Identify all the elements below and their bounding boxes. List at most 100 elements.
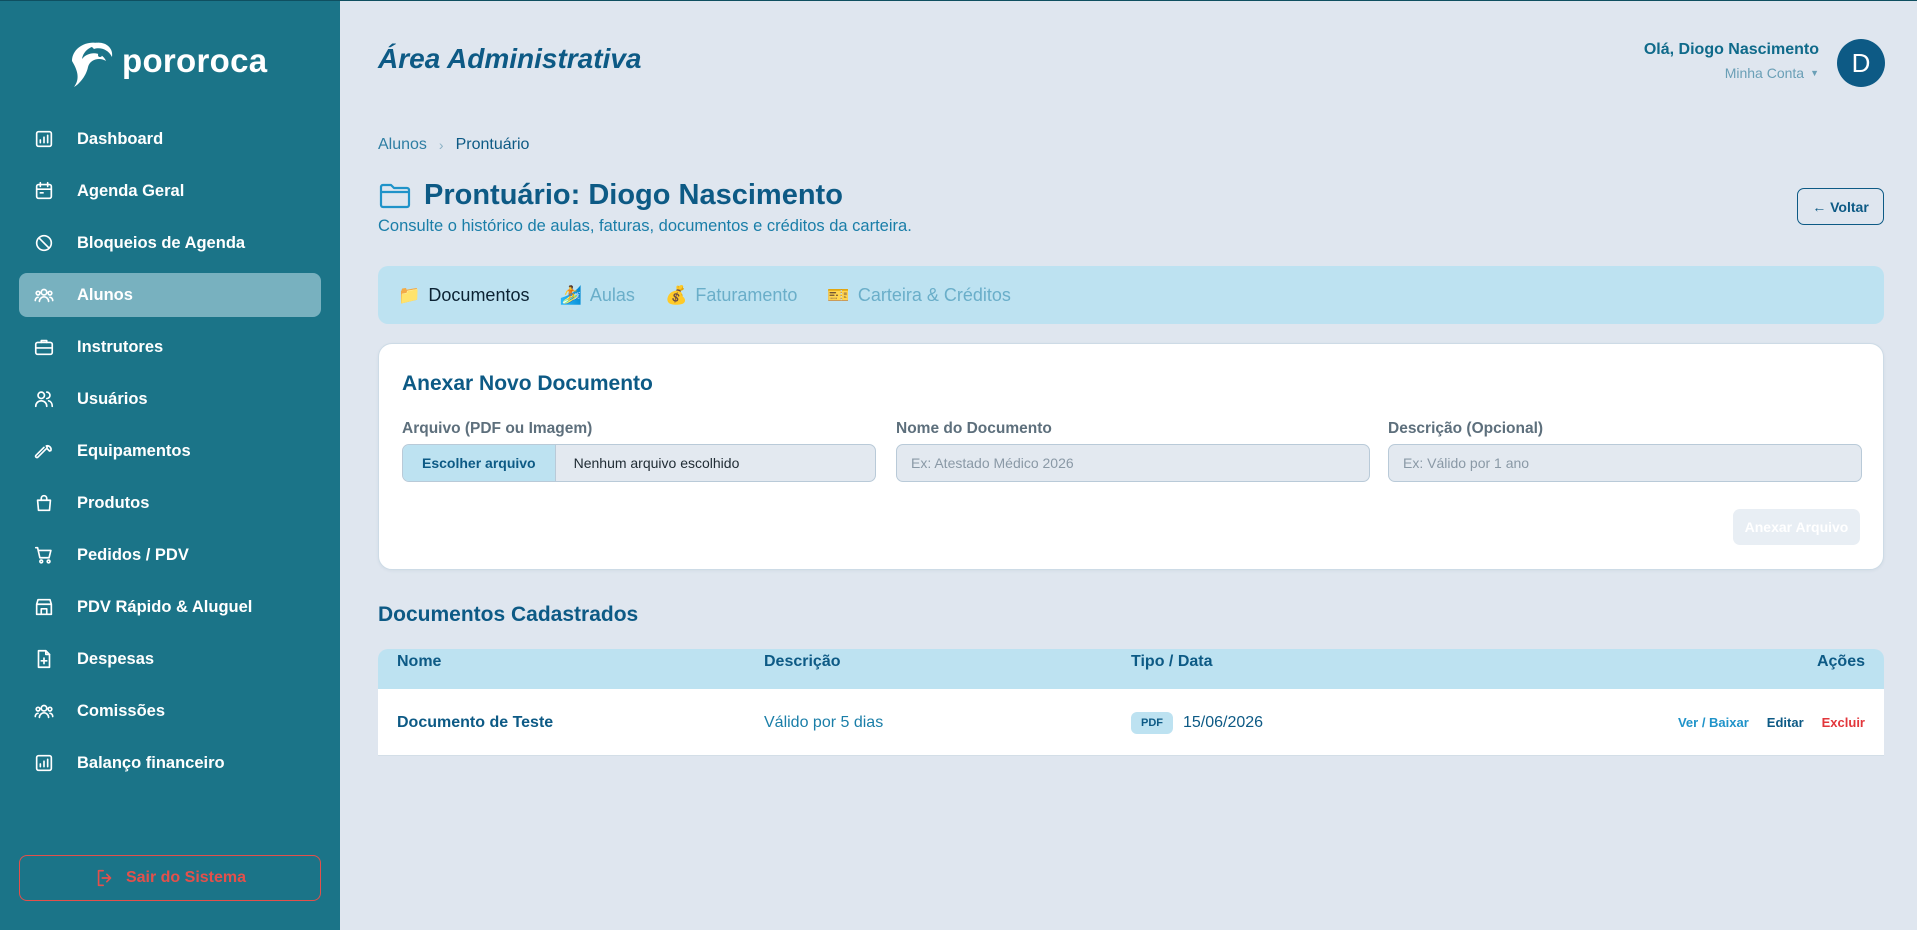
chevron-right-icon: › (438, 137, 444, 153)
doc-desc-label: Descrição (Opcional) (1388, 420, 1544, 437)
surfer-icon: 🏄 (559, 284, 582, 305)
doc-type-date-cell: PDF 15/06/2026 (1131, 689, 1263, 756)
wave-logo-icon (72, 42, 113, 87)
sidebar-item-usuarios[interactable]: Usuários (19, 377, 321, 421)
upload-card-title: Anexar Novo Documento (402, 372, 653, 395)
brand-name: pororoca (122, 42, 268, 79)
doc-desc-field: Descrição (Opcional) (1388, 420, 1862, 482)
page-subtitle: Consulte o histórico de aulas, faturas, … (378, 217, 912, 235)
file-type-badge: PDF (1131, 711, 1173, 734)
doc-name-cell: Documento de Teste (397, 713, 554, 731)
brand[interactable]: pororoca (60, 31, 267, 91)
folder-icon: 📁 (398, 284, 421, 305)
page-title: Prontuário: Diogo Nascimento (424, 179, 843, 211)
sidebar-item-label: Despesas (77, 649, 155, 668)
choose-file-button[interactable]: Escolher arquivo (403, 445, 556, 481)
sidebar-item-bloqueios[interactable]: Bloqueios de Agenda (19, 221, 321, 265)
breadcrumb-current: Prontuário (455, 136, 530, 153)
sidebar-item-label: Bloqueios de Agenda (77, 233, 246, 252)
sidebar-item-instrutores[interactable]: Instrutores (19, 325, 321, 369)
sidebar-item-label: Equipamentos (77, 441, 191, 460)
sidebar-item-label: Agenda Geral (77, 181, 185, 200)
logout-label: Sair do Sistema (125, 869, 247, 886)
sidebar-item-label: Pedidos / PDV (77, 545, 189, 564)
column-header-tipo-data: Tipo / Data (1131, 653, 1213, 670)
sidebar-item-dashboard[interactable]: Dashboard (19, 117, 321, 161)
doc-name-input[interactable] (897, 445, 1369, 481)
logout-button[interactable]: Sair do Sistema (19, 855, 321, 901)
sidebar-item-agenda-geral[interactable]: Agenda Geral (19, 169, 321, 213)
doc-date: 15/06/2026 (1183, 713, 1264, 731)
logout-icon (97, 869, 112, 887)
tab-label: Documentos (428, 284, 530, 305)
page-header-title: Área Administrativa (378, 43, 642, 74)
doc-desc-input[interactable] (1389, 445, 1861, 481)
main-content: Área Administrativa Olá, Diogo Nasciment… (340, 0, 1917, 930)
view-download-link[interactable]: Ver / Baixar (1678, 715, 1749, 730)
doc-name-field: Nome do Documento (896, 420, 1370, 482)
ticket-icon: 🎫 (827, 284, 850, 305)
doc-desc-box (1388, 444, 1862, 482)
store-icon (33, 596, 55, 618)
sidebar-nav: Dashboard Agenda Geral Bloqueios de Agen… (19, 117, 321, 793)
file-status: Nenhum arquivo escolhido (573, 455, 740, 471)
doc-name-box (896, 444, 1370, 482)
record-title: Prontuário: Diogo Nascimento (378, 179, 843, 212)
chart-icon (33, 752, 55, 774)
user-greeting: Olá, Diogo Nascimento (1643, 41, 1819, 58)
column-header-nome: Nome (397, 653, 442, 670)
table-row: Documento de Teste Válido por 5 dias PDF… (378, 689, 1884, 756)
caret-down-icon: ▼ (1810, 68, 1819, 78)
users-icon (33, 700, 55, 722)
tab-documentos[interactable]: 📁 Documentos (398, 285, 529, 306)
sidebar-item-label: Usuários (77, 389, 148, 408)
folder-icon (379, 183, 411, 208)
tab-carteira[interactable]: 🎫 Carteira & Créditos (827, 285, 1010, 306)
sidebar-item-comissoes[interactable]: Comissões (19, 689, 321, 733)
delete-link[interactable]: Excluir (1822, 715, 1865, 730)
table-header: Nome Descrição Tipo / Data Ações (378, 649, 1884, 689)
sidebar-item-label: Produtos (77, 493, 150, 512)
file-input[interactable]: Escolher arquivo Nenhum arquivo escolhid… (402, 444, 876, 482)
file-plus-icon (33, 648, 55, 670)
doc-actions-cell: Ver / Baixar Editar Excluir (1660, 689, 1865, 756)
attach-file-button[interactable]: Anexar Arquivo (1733, 509, 1860, 545)
sidebar-item-balanco[interactable]: Balanço financeiro (19, 741, 321, 785)
upload-card: Anexar Novo Documento Arquivo (PDF ou Im… (378, 343, 1884, 570)
file-label: Arquivo (PDF ou Imagem) (402, 420, 593, 437)
sidebar-item-produtos[interactable]: Produtos (19, 481, 321, 525)
tab-label: Aulas (589, 284, 635, 305)
sidebar-item-pedidos[interactable]: Pedidos / PDV (19, 533, 321, 577)
edit-link[interactable]: Editar (1767, 715, 1804, 730)
briefcase-icon (33, 336, 55, 358)
user-menu[interactable]: Olá, Diogo Nascimento Minha Conta ▼ (1644, 41, 1819, 81)
breadcrumb-parent[interactable]: Alunos (378, 136, 427, 154)
money-bag-icon: 💰 (664, 284, 688, 305)
block-icon (33, 232, 55, 254)
account-label: Minha Conta (1724, 65, 1805, 81)
avatar[interactable]: D (1837, 39, 1885, 87)
tab-label: Faturamento (695, 284, 798, 305)
sidebar-item-equipamentos[interactable]: Equipamentos (19, 429, 321, 473)
tab-label: Carteira & Créditos (857, 284, 1011, 305)
tabs-bar: 📁 Documentos 🏄 Aulas 💰 Faturamento 🎫 Car… (378, 266, 1884, 324)
back-button[interactable]: ← Voltar (1797, 188, 1884, 225)
sidebar-item-label: Dashboard (77, 129, 164, 148)
sidebar-item-alunos[interactable]: Alunos (19, 273, 321, 317)
sidebar-item-pdv-rapido[interactable]: PDV Rápido & Aluguel (19, 585, 321, 629)
wrench-icon (33, 440, 55, 462)
column-header-acoes: Ações (1816, 653, 1865, 670)
sidebar-item-label: Instrutores (77, 337, 164, 356)
doc-name-label: Nome do Documento (896, 420, 1052, 437)
bag-icon (33, 492, 55, 514)
documents-table: Nome Descrição Tipo / Data Ações Documen… (378, 649, 1884, 756)
tab-aulas[interactable]: 🏄 Aulas (559, 285, 634, 306)
sidebar-item-label: PDV Rápido & Aluguel (77, 597, 253, 616)
sidebar: pororoca Dashboard Agenda Geral Bloqueio… (0, 0, 340, 930)
tab-faturamento[interactable]: 💰 Faturamento (665, 285, 797, 306)
account-menu-toggle[interactable]: Minha Conta ▼ (1644, 65, 1819, 81)
chart-icon (33, 128, 55, 150)
file-field: Arquivo (PDF ou Imagem) Escolher arquivo… (402, 420, 876, 482)
breadcrumb: Alunos › Prontuário (378, 136, 529, 154)
sidebar-item-despesas[interactable]: Despesas (19, 637, 321, 681)
